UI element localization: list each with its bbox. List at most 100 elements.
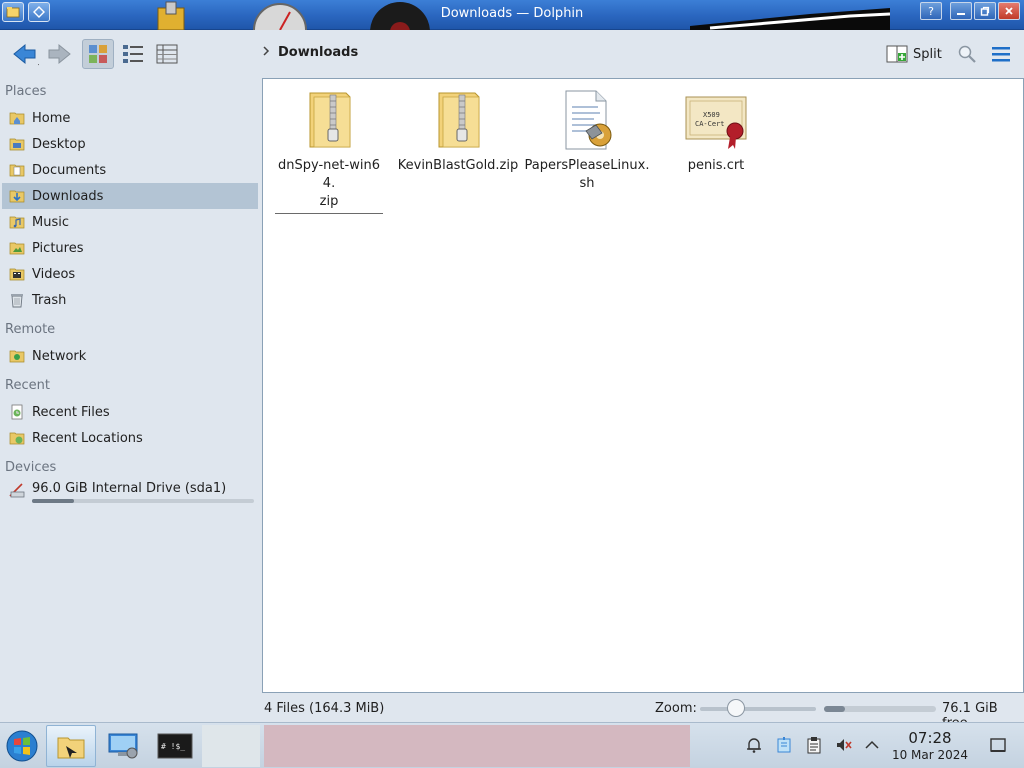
section-remote-heading: Remote (5, 322, 56, 337)
main-toolbar: Downloads Split (0, 30, 1024, 78)
sidebar-item-label: Downloads (32, 188, 104, 204)
recent-files-icon (11, 404, 23, 420)
volume-muted-icon[interactable] (834, 735, 854, 755)
show-desktop-icon[interactable] (988, 735, 1008, 755)
minimize-icon (957, 13, 965, 15)
home-folder-icon (9, 112, 25, 125)
taskbar-dolphin-button[interactable] (46, 725, 96, 767)
back-button[interactable] (8, 39, 42, 69)
sidebar-item-network[interactable]: Network (2, 343, 258, 369)
sidebar-item-home[interactable]: Home (2, 105, 258, 131)
help-button[interactable]: ? (920, 2, 942, 20)
window-titlebar[interactable]: Downloads — Dolphin ? (0, 0, 1024, 30)
arrow-left-icon (13, 43, 39, 66)
icons-view-button[interactable] (82, 39, 114, 69)
sidebar-item-music[interactable]: Music (2, 209, 258, 235)
forward-button[interactable] (42, 39, 76, 69)
close-button[interactable] (998, 2, 1020, 20)
file-name: PapersPleaseLinux. sh (524, 158, 650, 191)
window-title: Downloads — Dolphin (440, 6, 584, 21)
file-item[interactable]: PapersPleaseLinux. sh (523, 87, 651, 193)
file-name: KevinBlastGold.zip (397, 158, 519, 173)
sidebar-item-label: Music (32, 214, 69, 230)
sidebar-item-documents[interactable]: Documents (2, 157, 258, 183)
clipboard-icon[interactable] (804, 735, 824, 755)
taskbar-empty-slot[interactable] (202, 725, 260, 767)
sidebar-item-label: Pictures (32, 240, 84, 256)
arrow-right-icon (48, 43, 71, 65)
breadcrumb-item-downloads[interactable]: Downloads (278, 45, 358, 60)
trash-icon (11, 294, 23, 308)
zoom-slider-handle[interactable] (727, 699, 745, 717)
zoom-slider[interactable] (700, 699, 816, 717)
search-button[interactable] (954, 39, 980, 69)
taskbar: # !$_ 07:28 10 Mar 2024 (0, 722, 1024, 768)
section-recent-heading: Recent (5, 378, 50, 393)
sidebar-item-label: Network (32, 348, 87, 364)
compact-view-button[interactable] (118, 39, 148, 69)
sidebar-item-downloads[interactable]: Downloads (2, 183, 258, 209)
compact-view-icon (123, 45, 143, 63)
documents-folder-icon (9, 164, 25, 177)
recent-locations-icon (9, 432, 25, 445)
split-view-icon (886, 45, 908, 63)
desktop-folder-icon (9, 138, 25, 151)
sidebar-item-label: Documents (32, 162, 107, 178)
split-label: Split (913, 46, 942, 62)
sidebar-item-label: Recent Files (32, 404, 110, 420)
notifications-bell-icon[interactable] (744, 735, 764, 755)
svg-text:X509: X509 (703, 111, 720, 119)
taskbar-terminal-button[interactable]: # !$_ (150, 725, 200, 767)
minimize-button[interactable] (950, 2, 972, 20)
sidebar-item-label: 96.0 GiB Internal Drive (sda1) (32, 481, 227, 496)
hamburger-menu-button[interactable] (988, 39, 1014, 69)
start-orb-icon (6, 730, 38, 762)
section-places-heading: Places (5, 84, 47, 99)
start-menu-button[interactable] (2, 725, 42, 767)
sidebar-item-label: Recent Locations (32, 430, 143, 446)
sidebar-item-pictures[interactable]: Pictures (2, 235, 258, 261)
downloads-folder-icon (9, 190, 25, 203)
clock-date[interactable]: 10 Mar 2024 (886, 748, 974, 762)
file-item[interactable]: X509 CA-Cert penis.crt (652, 87, 780, 175)
pictures-folder-icon (9, 242, 25, 255)
maximize-button[interactable] (974, 2, 996, 20)
svg-text:# !$_: # !$_ (161, 742, 185, 751)
file-name: penis.crt (687, 158, 745, 173)
disk-space-fill (824, 706, 845, 712)
sidebar-item-label: Trash (32, 292, 67, 308)
file-view[interactable]: dnSpy-net-win64. zip KevinBlastGold.zip P… (262, 78, 1024, 693)
sidebar-item-recent-files[interactable]: Recent Files (2, 399, 258, 425)
shell-script-icon (565, 90, 612, 150)
breadcrumb-root-chevron-icon[interactable] (262, 45, 270, 60)
sidebar-item-trash[interactable]: Trash (2, 287, 258, 313)
taskbar-system-settings-button[interactable] (98, 725, 148, 767)
zip-folder-icon (438, 92, 480, 148)
terminal-icon: # !$_ (157, 733, 193, 759)
sidebar-item-desktop[interactable]: Desktop (2, 131, 258, 157)
expand-tray-icon[interactable] (862, 735, 882, 755)
restore-icon (980, 6, 990, 16)
disk-space-bar[interactable] (824, 706, 936, 712)
split-button[interactable]: Split (886, 41, 942, 67)
sidebar-item-recent-locations[interactable]: Recent Locations (2, 425, 258, 451)
zip-folder-icon (309, 92, 351, 148)
updates-icon[interactable] (774, 735, 794, 755)
file-item[interactable]: KevinBlastGold.zip (394, 87, 522, 175)
file-name: dnSpy-net-win64. zip (275, 157, 383, 214)
system-settings-icon (108, 733, 138, 759)
details-view-button[interactable] (152, 39, 182, 69)
file-item[interactable]: dnSpy-net-win64. zip (265, 87, 393, 214)
details-view-icon (156, 44, 178, 64)
section-devices-heading: Devices (5, 460, 57, 475)
taskbar-wallpaper-peek (264, 725, 690, 767)
hard-drive-icon (9, 483, 25, 498)
drive-usage-fill (32, 499, 74, 503)
status-bar: 4 Files (164.3 MiB) Zoom: 76.1 GiB free (0, 696, 1024, 731)
folder-summary: 4 Files (164.3 MiB) (264, 701, 385, 716)
sidebar-item-videos[interactable]: Videos (2, 261, 258, 287)
videos-folder-icon (9, 268, 25, 281)
svg-text:CA-Cert: CA-Cert (695, 120, 725, 128)
places-panel: Places Home Desktop Documents Downloads … (0, 78, 260, 698)
clock-time[interactable]: 07:28 (900, 729, 960, 747)
